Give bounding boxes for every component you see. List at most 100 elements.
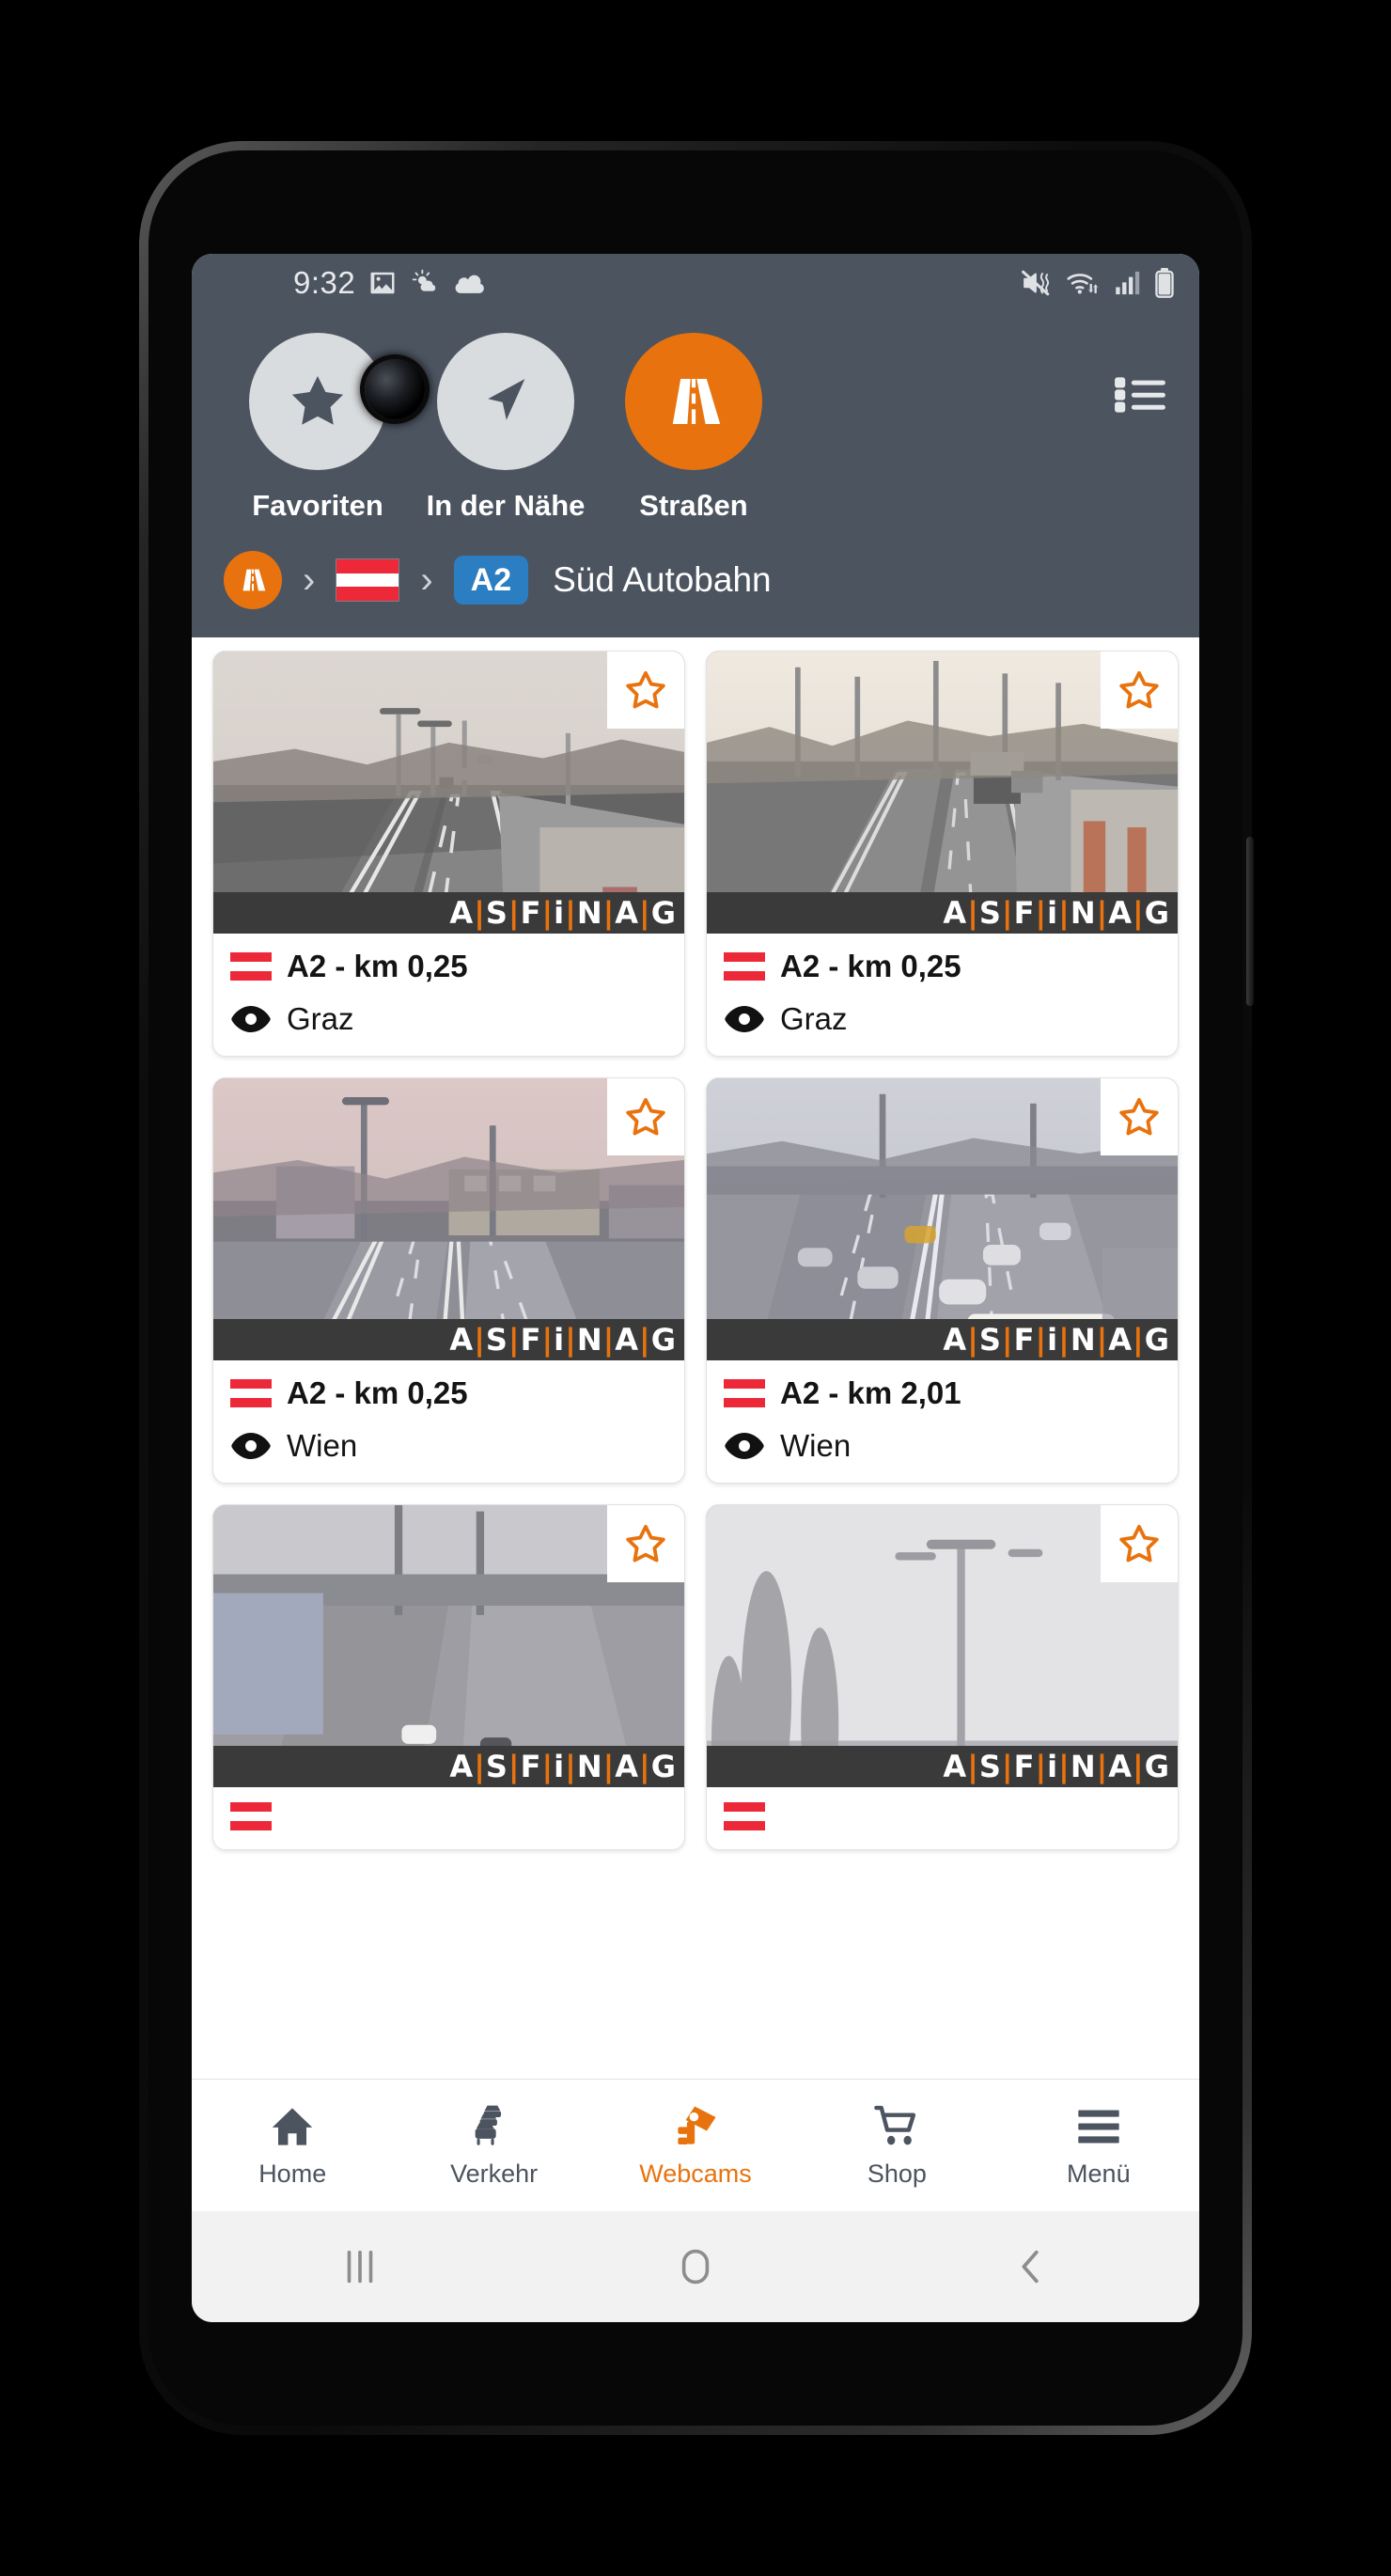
wm-a2: A: [1108, 895, 1133, 931]
wm-bar: |: [602, 1322, 616, 1358]
wifi-icon: [1067, 274, 1100, 294]
webcam-card-body: A2 - km 2,01 Wien: [707, 1360, 1178, 1483]
wm-i: i: [554, 1749, 566, 1784]
power-button[interactable]: [1246, 837, 1254, 1006]
asfinag-watermark: A | S | F | i | N | A | G: [707, 1746, 1178, 1787]
webcam-direction-row: Graz: [724, 1001, 1161, 1037]
wm-s: S: [978, 1749, 1002, 1784]
webcam-card[interactable]: A | S | F | i | N | A | G A2 - km 2,01 Wien: [706, 1077, 1179, 1484]
quicknav-strassen-label: Straßen: [639, 489, 748, 522]
webcam-list-scroll[interactable]: A | S | F | i | N | A | G A2 - km 0,25 Graz: [192, 637, 1199, 1908]
wm-f: F: [520, 1322, 542, 1358]
image-icon: [370, 272, 395, 294]
webcam-card[interactable]: A | S | F | i | N | A | G A2 - km 0,25 Graz: [212, 651, 685, 1057]
wm-bar: |: [1058, 1322, 1071, 1358]
webcam-image: A | S | F | i | N | A | G: [707, 652, 1178, 934]
highway-icon: [672, 379, 721, 424]
back-button[interactable]: [975, 2245, 1087, 2288]
wm-bar: |: [639, 895, 651, 931]
star-icon: [626, 1524, 665, 1563]
wm-bar: |: [508, 1322, 521, 1358]
webcam-name-row: A2 - km 0,25: [230, 1375, 667, 1411]
wm-n: N: [576, 1749, 603, 1784]
breadcrumb-road-badge[interactable]: A2: [453, 556, 529, 605]
wm-s: S: [978, 895, 1002, 931]
austria-flag-icon: [230, 1379, 272, 1407]
favorite-button[interactable]: [607, 1078, 684, 1155]
wm-a: A: [943, 895, 968, 931]
webcam-direction: Graz: [780, 1001, 848, 1036]
wm-bar: |: [474, 895, 486, 931]
favorite-button[interactable]: [1101, 1505, 1178, 1582]
wm-bar: |: [508, 895, 521, 931]
wm-n: N: [576, 1322, 603, 1358]
wm-bar: |: [1001, 1749, 1014, 1784]
webcam-card[interactable]: A | S | F | i | N | A | G: [706, 1504, 1179, 1850]
quicknav-in-der-naehe-label: In der Nähe: [426, 489, 586, 522]
quicknav-strassen[interactable]: Straßen: [600, 333, 788, 523]
webcam-card-body: A2 - km 0,25 Wien: [213, 1360, 684, 1483]
webcam-image: A | S | F | i | N | A | G: [213, 1505, 684, 1787]
wm-n: N: [1070, 1749, 1097, 1784]
webcam-card-body: A2 - km 0,25 Graz: [213, 934, 684, 1056]
webcam-name: A2 - km 0,25: [780, 949, 961, 983]
webcam-direction: Wien: [287, 1428, 358, 1463]
hamburger-menu-icon: [1078, 2110, 1119, 2143]
breadcrumb-root[interactable]: [224, 551, 282, 609]
list-view-icon: [1115, 377, 1165, 413]
favorite-button[interactable]: [1101, 652, 1178, 729]
wm-bar: |: [565, 895, 577, 931]
wm-bar: |: [1133, 895, 1145, 931]
highway-icon: [242, 569, 266, 591]
webcam-image: A | S | F | i | N | A | G: [707, 1078, 1178, 1360]
quicknav-favoriten-label: Favoriten: [252, 489, 383, 522]
home-button-icon: [681, 2249, 710, 2285]
quicknav-in-der-naehe-circle: [437, 333, 574, 470]
wm-s: S: [485, 1749, 508, 1784]
quicknav-in-der-naehe[interactable]: In der Nähe: [412, 333, 600, 523]
wm-g: G: [1144, 1749, 1170, 1784]
status-bar-right: [1021, 268, 1175, 298]
star-icon: [291, 376, 344, 425]
quicknav-favoriten-circle: [249, 333, 386, 470]
webcam-card-body: [213, 1787, 684, 1849]
weather-partly-sunny-icon: [412, 269, 436, 291]
home-button[interactable]: [639, 2245, 752, 2288]
wm-bar: |: [602, 1749, 616, 1784]
star-icon: [1119, 670, 1159, 709]
status-bar-left: 9:32: [293, 265, 1021, 301]
wm-bar: |: [1096, 1749, 1109, 1784]
webcam-direction: Graz: [287, 1001, 354, 1036]
webcam-card[interactable]: A | S | F | i | N | A | G: [212, 1504, 685, 1850]
bottomnav-home[interactable]: Home: [192, 2103, 393, 2189]
asfinag-watermark: A | S | F | i | N | A | G: [213, 1319, 684, 1360]
recents-button[interactable]: [304, 2245, 416, 2288]
bottomnav-menue[interactable]: Menü: [998, 2103, 1199, 2189]
wm-f: F: [1013, 1749, 1036, 1784]
bottomnav-menue-label: Menü: [1067, 2159, 1131, 2188]
webcam-card[interactable]: A | S | F | i | N | A | G A2 - km 0,25 Wien: [212, 1077, 685, 1484]
bottomnav-webcams[interactable]: Webcams: [595, 2103, 796, 2189]
bottomnav-verkehr-label: Verkehr: [450, 2159, 539, 2188]
breadcrumb-country-flag[interactable]: [336, 558, 400, 602]
austria-flag-icon: [724, 952, 765, 981]
webcam-card[interactable]: A | S | F | i | N | A | G A2 - km 0,25 Graz: [706, 651, 1179, 1057]
wm-a2: A: [615, 1322, 640, 1358]
webcam-name-row: A2 - km 2,01: [724, 1375, 1161, 1411]
wm-bar: |: [565, 1322, 577, 1358]
wm-a: A: [449, 1749, 475, 1784]
wm-s: S: [485, 895, 508, 931]
favorite-button[interactable]: [1101, 1078, 1178, 1155]
bottomnav-verkehr[interactable]: Verkehr: [393, 2103, 594, 2189]
webcam-card-body: [707, 1787, 1178, 1849]
wm-a: A: [943, 1749, 968, 1784]
bottomnav-shop[interactable]: Shop: [796, 2103, 997, 2189]
favorite-button[interactable]: [607, 1505, 684, 1582]
favorite-button[interactable]: [607, 652, 684, 729]
star-icon: [1119, 1097, 1159, 1136]
wm-s: S: [485, 1322, 508, 1358]
asfinag-watermark: A | S | F | i | N | A | G: [213, 1746, 684, 1787]
wm-bar: |: [1035, 1322, 1048, 1358]
list-view-toggle[interactable]: [1113, 372, 1167, 422]
wm-bar: |: [1035, 1749, 1048, 1784]
